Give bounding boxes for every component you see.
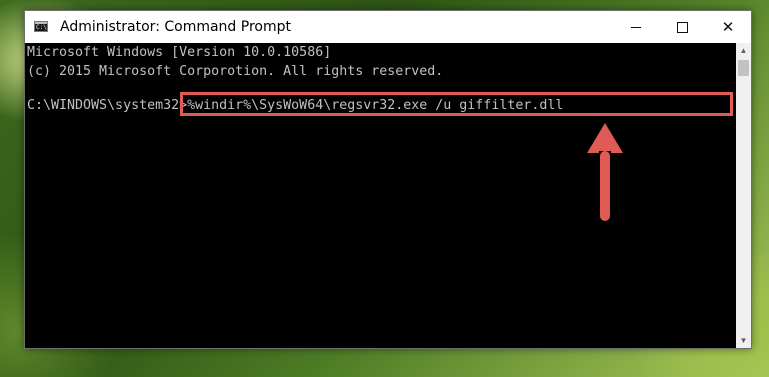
maximize-icon (676, 21, 688, 33)
scroll-up-arrow-icon[interactable]: ▲ (736, 43, 751, 58)
arrow-head (587, 123, 623, 153)
window-title: Administrator: Command Prompt (60, 19, 291, 35)
scroll-thumb[interactable] (738, 60, 749, 76)
command-highlight-box (180, 92, 733, 116)
command-prompt-window: C:\ Administrator: Command Prompt ✕ Micr… (24, 10, 752, 349)
command-prompt-path: C:\WINDOWS\system32> (27, 98, 188, 113)
scroll-down-arrow-icon[interactable]: ▼ (736, 333, 751, 348)
console-line-version: Microsoft Windows [Version 10.0.10586] (27, 45, 332, 60)
cmd-icon-glyph: C:\ (36, 24, 47, 31)
close-icon: ✕ (721, 18, 735, 36)
console-output[interactable]: Microsoft Windows [Version 10.0.10586] (… (25, 43, 736, 348)
console-line-copyright: (c) 2015 Microsoft Corporotion. All righ… (27, 64, 444, 79)
maximize-button[interactable] (659, 11, 705, 43)
minimize-button[interactable] (613, 11, 659, 43)
title-bar[interactable]: C:\ Administrator: Command Prompt ✕ (25, 11, 751, 43)
close-button[interactable]: ✕ (705, 11, 751, 43)
up-arrow-icon (587, 123, 623, 221)
minimize-icon (631, 26, 641, 28)
vertical-scrollbar[interactable]: ▲ ▼ (736, 43, 751, 348)
cmd-icon: C:\ (34, 21, 48, 32)
arrow-shaft (600, 151, 610, 221)
